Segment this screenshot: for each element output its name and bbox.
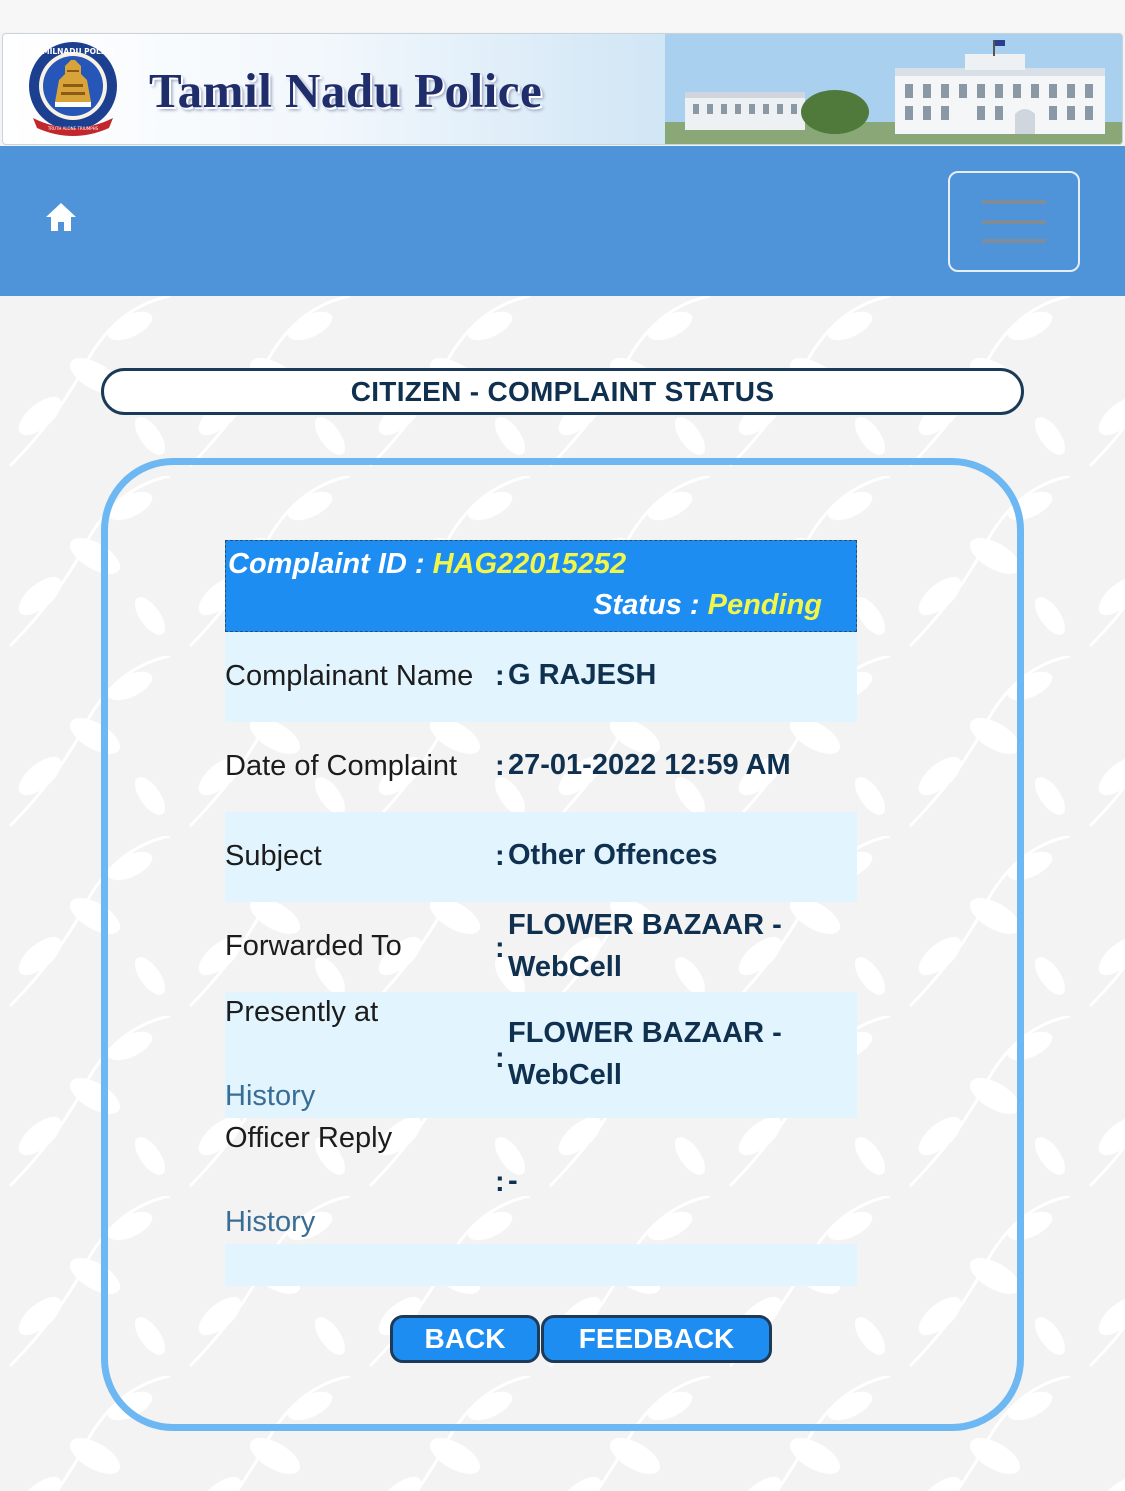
- hamburger-menu-button[interactable]: [948, 171, 1080, 272]
- row-colon: :: [495, 840, 505, 872]
- row-empty: [225, 1244, 857, 1286]
- row-value: -: [508, 1165, 518, 1197]
- row-label: Presently at: [225, 996, 379, 1028]
- menu-bar-middle: [982, 220, 1046, 224]
- row-colon: :: [495, 1166, 505, 1198]
- row-value: FLOWER BAZAAR - WebCell: [508, 1017, 782, 1091]
- top-strip: [0, 0, 1125, 32]
- row-forwarded-to: Forwarded To : FLOWER BAZAAR - WebCell: [225, 902, 857, 992]
- row-colon: :: [495, 750, 505, 782]
- complaint-id-value: HAG22015252: [432, 548, 627, 580]
- status-line: Status : Pending: [593, 589, 822, 622]
- row-value: 27-01-2022 12:59 AM: [508, 749, 791, 781]
- police-emblem-logo: TAMILNADU POLICE TRUTH ALONE TRIUMPHS: [29, 42, 117, 136]
- page-title: CITIZEN - COMPLAINT STATUS: [101, 368, 1024, 415]
- row-label: Officer Reply: [225, 1122, 393, 1154]
- row-presently-at: Presently at History : FLOWER BAZAAR - W…: [225, 992, 857, 1118]
- svg-text:TAMILNADU POLICE: TAMILNADU POLICE: [32, 47, 114, 56]
- row-label: Subject: [225, 840, 322, 872]
- row-colon: :: [495, 932, 505, 964]
- row-label: Date of Complaint: [225, 750, 458, 782]
- presently-at-history-link[interactable]: History: [225, 1080, 315, 1113]
- status-value: Pending: [707, 589, 822, 621]
- menu-bar-top: [982, 200, 1046, 204]
- row-label: Forwarded To: [225, 930, 402, 962]
- complaint-id-box: Complaint ID : HAG22015252 Status : Pend…: [225, 540, 857, 632]
- row-colon: :: [495, 660, 505, 692]
- officer-reply-history-link[interactable]: History: [225, 1206, 315, 1239]
- status-label: Status :: [593, 589, 708, 621]
- row-subject: Subject : Other Offences: [225, 812, 857, 902]
- complaint-id-line: Complaint ID : HAG22015252: [228, 548, 626, 581]
- site-banner: TAMILNADU POLICE TRUTH ALONE TRIUMPHS Ta…: [2, 33, 1123, 145]
- row-label: Complainant Name: [225, 660, 474, 692]
- row-colon: :: [495, 1042, 505, 1074]
- row-value: FLOWER BAZAAR - WebCell: [508, 909, 782, 983]
- row-date-of-complaint: Date of Complaint : 27-01-2022 12:59 AM: [225, 722, 857, 812]
- row-complainant-name: Complainant Name : G RAJESH: [225, 632, 857, 722]
- row-value: Other Offences: [508, 839, 718, 871]
- back-button[interactable]: BACK: [390, 1315, 540, 1363]
- svg-text:TRUTH ALONE TRIUMPHS: TRUTH ALONE TRIUMPHS: [47, 126, 99, 131]
- row-value: G RAJESH: [508, 659, 657, 691]
- row-officer-reply: Officer Reply History : -: [225, 1118, 857, 1244]
- headquarters-building-image: [665, 34, 1122, 144]
- site-title: Tamil Nadu Police: [149, 63, 543, 118]
- feedback-button[interactable]: FEEDBACK: [541, 1315, 772, 1363]
- home-icon[interactable]: [44, 200, 78, 234]
- menu-bar-bottom: [982, 239, 1046, 243]
- complaint-id-label: Complaint ID :: [228, 548, 433, 580]
